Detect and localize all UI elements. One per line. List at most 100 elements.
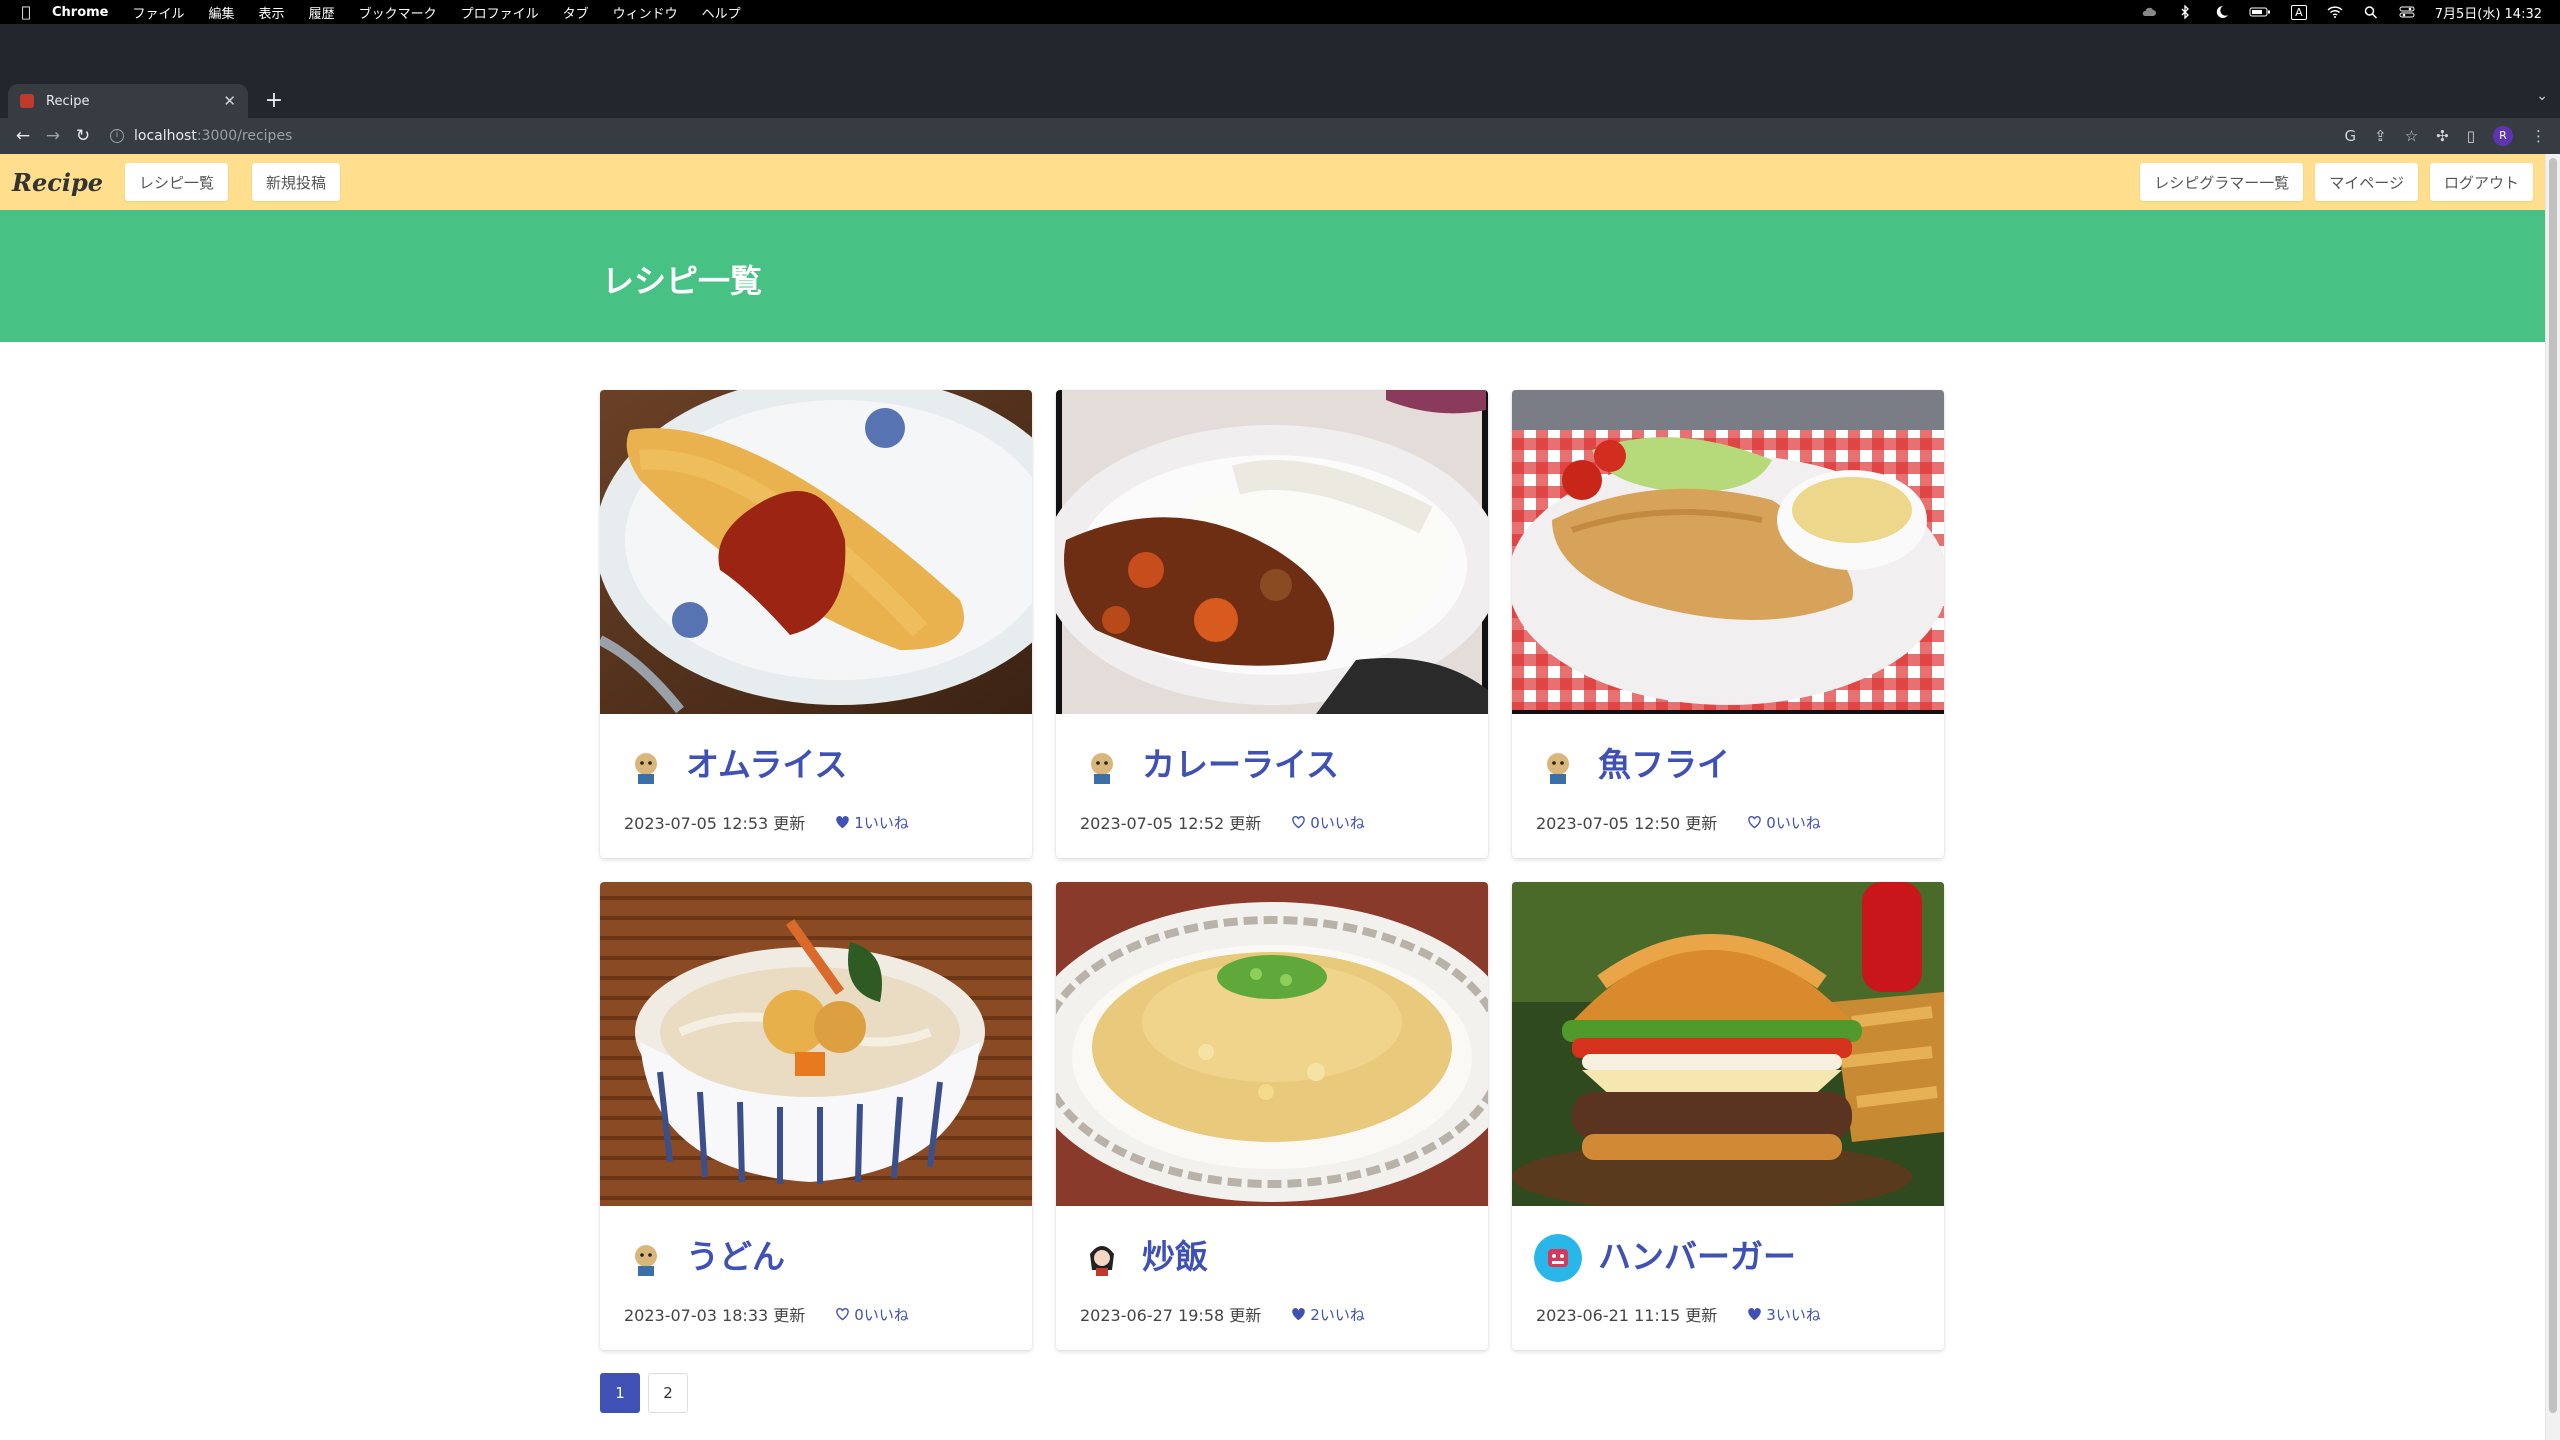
wifi-icon[interactable] (2327, 5, 2343, 19)
updated-at: 2023-06-27 19:58 更新 (1080, 1306, 1262, 1325)
menu-datetime[interactable]: 7月5日(水) 14:32 (2435, 3, 2542, 22)
updated-at: 2023-07-05 12:52 更新 (1080, 814, 1262, 833)
address-bar[interactable]: i localhost:3000/recipes (110, 123, 2345, 149)
extensions-icon[interactable]: ✣ (2436, 127, 2449, 145)
apple-icon[interactable]:  (18, 3, 34, 21)
bluetooth-icon[interactable] (2177, 5, 2193, 19)
control-center-icon[interactable] (2399, 5, 2415, 19)
like-button[interactable]: 3いいね (1747, 1304, 1821, 1325)
browser-toolbar: ← → ↻ i localhost:3000/recipes G ⇪ ☆ ✣ ▯… (0, 118, 2560, 154)
recipe-title[interactable]: うどん (686, 1230, 785, 1278)
recipe-title[interactable]: 炒飯 (1142, 1230, 1208, 1278)
new-tab-button[interactable]: + (260, 87, 288, 115)
like-button[interactable]: 2いいね (1291, 1304, 1365, 1325)
like-count: 0いいね (1766, 813, 1821, 832)
updated-at: 2023-06-21 11:15 更新 (1536, 1306, 1718, 1325)
menu-file[interactable]: ファイル (133, 3, 185, 22)
like-button[interactable]: 0いいね (1291, 812, 1365, 833)
search-icon[interactable] (2363, 5, 2379, 19)
author-avatar[interactable] (1078, 742, 1126, 790)
page-2-button[interactable]: 2 (648, 1373, 688, 1413)
like-button[interactable]: 0いいね (1747, 812, 1821, 833)
like-count: 1いいね (854, 813, 909, 832)
url-path: :3000/recipes (196, 128, 293, 144)
menu-edit[interactable]: 編集 (209, 3, 235, 22)
battery-icon[interactable] (2249, 5, 2271, 19)
recipe-photo-hamburger[interactable] (1512, 882, 1944, 1206)
kebab-menu-icon[interactable]: ⋮ (2531, 127, 2546, 145)
google-icon[interactable]: G (2345, 127, 2357, 145)
menu-view[interactable]: 表示 (259, 3, 285, 22)
chevron-down-icon[interactable]: ⌄ (2536, 88, 2548, 104)
page-hero: レシピ一覧 (0, 210, 2545, 342)
nav-logout[interactable]: ログアウト (2429, 163, 2533, 201)
heart-filled-icon (836, 816, 850, 829)
recipe-title[interactable]: 魚フライ (1598, 738, 1730, 786)
browser-tab[interactable]: Recipe ✕ (8, 84, 248, 118)
recipe-card[interactable]: うどん 2023-07-03 18:33 更新 0いいね (600, 882, 1032, 1350)
brand-logo[interactable]: Recipe (12, 168, 103, 197)
recipe-card[interactable]: カレーライス 2023-07-05 12:52 更新 0いいね (1056, 390, 1488, 858)
pagination: 1 2 (600, 1373, 688, 1413)
macos-menu-bar:  Chrome ファイル 編集 表示 履歴 ブックマーク プロファイル タブ … (0, 0, 2560, 24)
scrollbar-thumb[interactable] (2549, 158, 2557, 1413)
recipe-photo-curry[interactable] (1056, 390, 1488, 714)
recipe-photo-omurice[interactable] (600, 390, 1032, 714)
nav-recipegramer-list[interactable]: レシピグラマー一覧 (2140, 163, 2304, 201)
profile-avatar[interactable]: R (2493, 126, 2513, 146)
heart-outline-icon (1292, 816, 1306, 829)
forward-arrow-icon[interactable]: → (38, 126, 68, 146)
author-avatar[interactable] (622, 1234, 670, 1282)
menu-app-name[interactable]: Chrome (52, 5, 109, 20)
menu-history[interactable]: 履歴 (309, 3, 335, 22)
moon-icon[interactable] (2213, 5, 2229, 19)
author-avatar[interactable] (1534, 1234, 1582, 1282)
nav-new-post[interactable]: 新規投稿 (252, 163, 341, 201)
nav-mypage[interactable]: マイページ (2315, 163, 2418, 201)
nav-recipe-list[interactable]: レシピ一覧 (125, 163, 229, 201)
cloud-icon[interactable] (2141, 5, 2157, 19)
like-count: 2いいね (1310, 1305, 1365, 1324)
heart-outline-icon (836, 1308, 850, 1321)
like-button[interactable]: 1いいね (835, 812, 909, 833)
recipe-card[interactable]: 魚フライ 2023-07-05 12:50 更新 0いいね (1512, 390, 1944, 858)
star-icon[interactable]: ☆ (2405, 127, 2418, 145)
reload-icon[interactable]: ↻ (68, 126, 98, 146)
menu-help[interactable]: ヘルプ (702, 3, 741, 22)
url-host: localhost (134, 128, 197, 144)
recipe-photo-udon[interactable] (600, 882, 1032, 1206)
updated-at: 2023-07-05 12:50 更新 (1536, 814, 1718, 833)
recipe-photo-fish-fry[interactable] (1512, 390, 1944, 714)
author-avatar[interactable] (1534, 742, 1582, 790)
like-count: 0いいね (1310, 813, 1365, 832)
heart-filled-icon (1748, 1308, 1762, 1321)
scrollbar[interactable] (2545, 154, 2560, 1440)
menu-profiles[interactable]: プロファイル (461, 3, 539, 22)
recipe-title[interactable]: ハンバーガー (1598, 1230, 1796, 1278)
close-icon[interactable]: ✕ (223, 92, 236, 110)
recipe-title[interactable]: カレーライス (1142, 738, 1339, 786)
like-button[interactable]: 0いいね (835, 1304, 909, 1325)
page-1-button[interactable]: 1 (600, 1373, 640, 1413)
menu-window[interactable]: ウィンドウ (613, 3, 678, 22)
menu-status-area: A 7月5日(水) 14:32 (2141, 0, 2542, 24)
app-navbar: Recipe レシピ一覧 新規投稿 レシピグラマー一覧 マイページ ログアウト (0, 154, 2545, 210)
recipe-title[interactable]: オムライス (686, 738, 847, 786)
recipe-photo-fried-rice[interactable] (1056, 882, 1488, 1206)
menu-tab[interactable]: タブ (563, 3, 589, 22)
recipe-card[interactable]: オムライス 2023-07-05 12:53 更新 1いいね (600, 390, 1032, 858)
heart-filled-icon (1292, 1308, 1306, 1321)
favicon-icon (20, 94, 34, 108)
menu-bookmarks[interactable]: ブックマーク (359, 3, 437, 22)
author-avatar[interactable] (1078, 1234, 1126, 1282)
page-title: レシピ一覧 (602, 262, 763, 300)
info-icon[interactable]: i (110, 129, 124, 143)
sidepanel-icon[interactable]: ▯ (2467, 127, 2475, 145)
recipe-card[interactable]: ハンバーガー 2023-06-21 11:15 更新 3いいね (1512, 882, 1944, 1350)
recipe-card[interactable]: 炒飯 2023-06-27 19:58 更新 2いいね (1056, 882, 1488, 1350)
tab-title: Recipe (46, 93, 90, 109)
back-arrow-icon[interactable]: ← (8, 126, 38, 146)
author-avatar[interactable] (622, 742, 670, 790)
input-icon[interactable]: A (2291, 4, 2307, 20)
share-icon[interactable]: ⇪ (2374, 127, 2387, 145)
